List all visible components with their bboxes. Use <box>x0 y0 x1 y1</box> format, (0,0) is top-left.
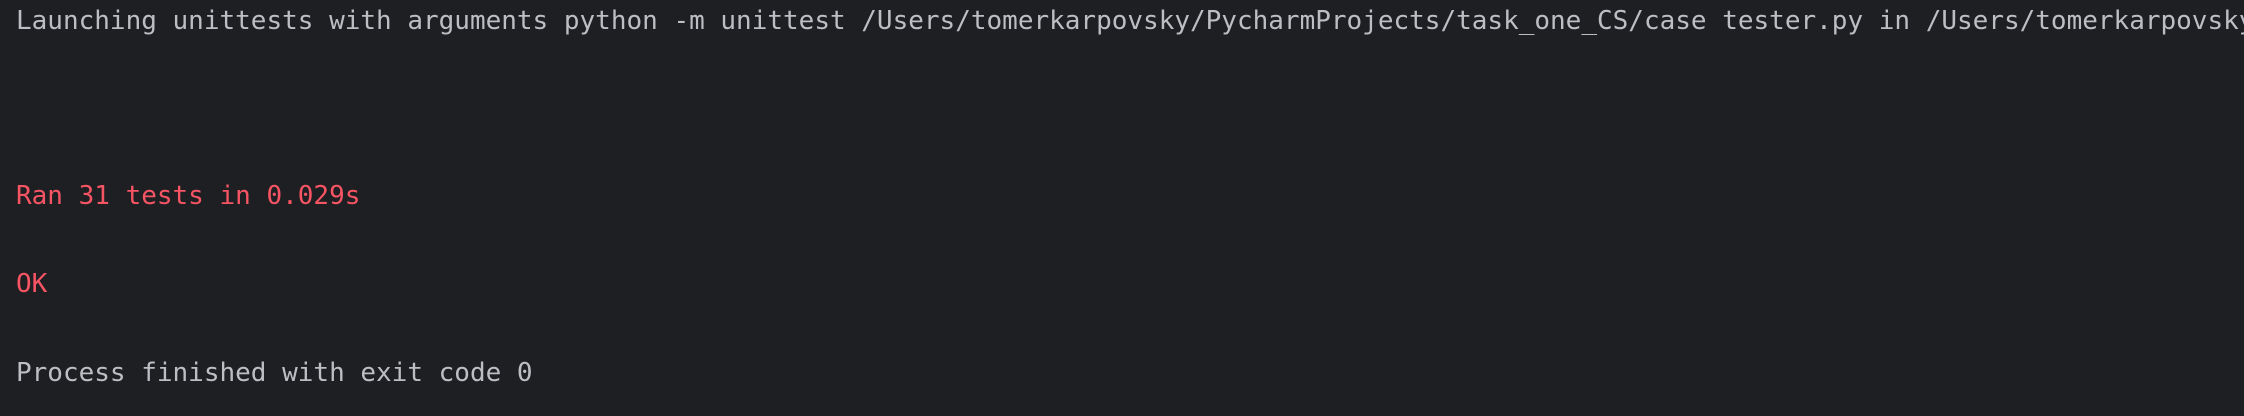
console-line-exit-code: Process finished with exit code 0 <box>16 358 533 388</box>
run-console-output[interactable]: Launching unittests with arguments pytho… <box>0 0 2244 416</box>
console-line-launch-command: Launching unittests with arguments pytho… <box>16 6 2244 36</box>
console-line-ok-status: OK <box>16 269 48 299</box>
console-line-test-summary: Ran 31 tests in 0.029s <box>16 181 361 211</box>
